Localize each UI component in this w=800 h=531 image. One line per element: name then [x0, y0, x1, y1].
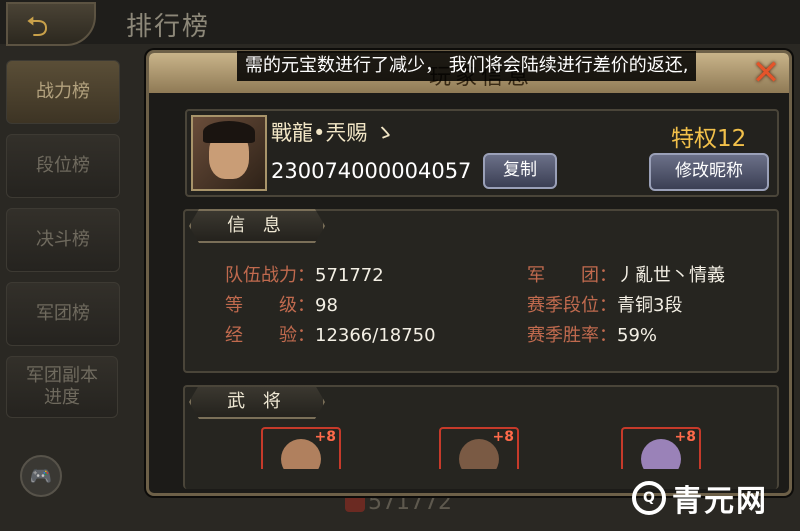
watermark-text: 青元网 [672, 484, 768, 519]
hero-card[interactable]: +8 [439, 427, 519, 469]
vip-level: 特权12 [671, 126, 747, 152]
info-row-legion: 军 团：丿亂世丶情義 [527, 265, 725, 286]
back-button[interactable]: ⮌ [6, 2, 96, 46]
info-label: 队伍战力 [225, 265, 297, 286]
info-row-season-tier: 赛季段位：青铜3段 [527, 295, 683, 316]
info-value: 571772 [315, 265, 384, 286]
info-label: 等 级 [225, 295, 297, 316]
tab-power-rank[interactable]: 战力榜 [6, 60, 120, 124]
player-name: 戰龍•兲赐 ゝ [271, 121, 396, 145]
tab-tier-rank[interactable]: 段位榜 [6, 134, 120, 198]
info-value: 59% [617, 325, 658, 346]
info-label: 军 团 [527, 265, 599, 286]
info-row-season-winrate: 赛季胜率：59% [527, 325, 658, 346]
hero-star-badge: +8 [314, 429, 336, 445]
tab-legion-dungeon-progress[interactable]: 军团副本进度 [6, 356, 118, 418]
tab-duel-rank[interactable]: 决斗榜 [6, 208, 120, 272]
info-value: 98 [315, 295, 338, 316]
avatar-hair [203, 121, 255, 143]
close-icon: ✕ [751, 53, 781, 93]
avatar[interactable] [191, 115, 267, 191]
info-label: 经 验 [225, 325, 297, 346]
gamepad-icon: 🎮 [29, 465, 53, 487]
gamepad-button[interactable]: 🎮 [20, 455, 62, 497]
info-section-label: 信 息 [189, 209, 325, 243]
scrolling-notice: 需的元宝数进行了减少， 我们将会陆续进行差价的返还, [237, 51, 697, 81]
info-row-team-power: 队伍战力：571772 [225, 265, 384, 286]
player-info-dialog: 玩家信息 需的元宝数进行了减少， 我们将会陆续进行差价的返还, ✕ 戰龍•兲赐 … [146, 50, 792, 496]
info-row-experience: 经 验：12366/18750 [225, 325, 436, 346]
info-value: 12366/18750 [315, 325, 436, 346]
info-label: 赛季胜率 [527, 325, 599, 346]
info-row-level: 等 级：98 [225, 295, 338, 316]
close-button[interactable]: ✕ [747, 55, 785, 91]
tab-legion-rank[interactable]: 军团榜 [6, 282, 120, 346]
copy-button[interactable]: 复制 [483, 153, 557, 189]
hero-card[interactable]: +8 [621, 427, 701, 469]
rename-button[interactable]: 修改昵称 [649, 153, 769, 191]
back-arrow-icon: ⮌ [26, 10, 49, 43]
hero-card[interactable]: +8 [261, 427, 341, 469]
hero-star-badge: +8 [674, 429, 696, 445]
info-section: 信 息 队伍战力：571772 等 级：98 经 验：12366/18750 军… [183, 209, 779, 373]
info-value: 青铜3段 [617, 295, 683, 316]
watermark-logo-icon: Q [632, 481, 666, 515]
sidebar: 战力榜 段位榜 决斗榜 军团榜 军团副本进度 [6, 60, 120, 428]
info-label: 赛季段位 [527, 295, 599, 316]
page-title: 排行榜 [126, 12, 211, 42]
player-id: 230074000004057 [271, 159, 472, 183]
hero-star-badge: +8 [492, 429, 514, 445]
top-bar [0, 0, 800, 44]
heroes-section: 武 将 +8 +8 +8 [183, 385, 779, 489]
watermark: Q 青元网 [632, 476, 768, 520]
profile-card: 戰龍•兲赐 ゝ 230074000004057 复制 特权12 修改昵称 [185, 109, 779, 197]
heroes-section-label: 武 将 [189, 385, 325, 419]
info-value: 丿亂世丶情義 [617, 265, 725, 286]
